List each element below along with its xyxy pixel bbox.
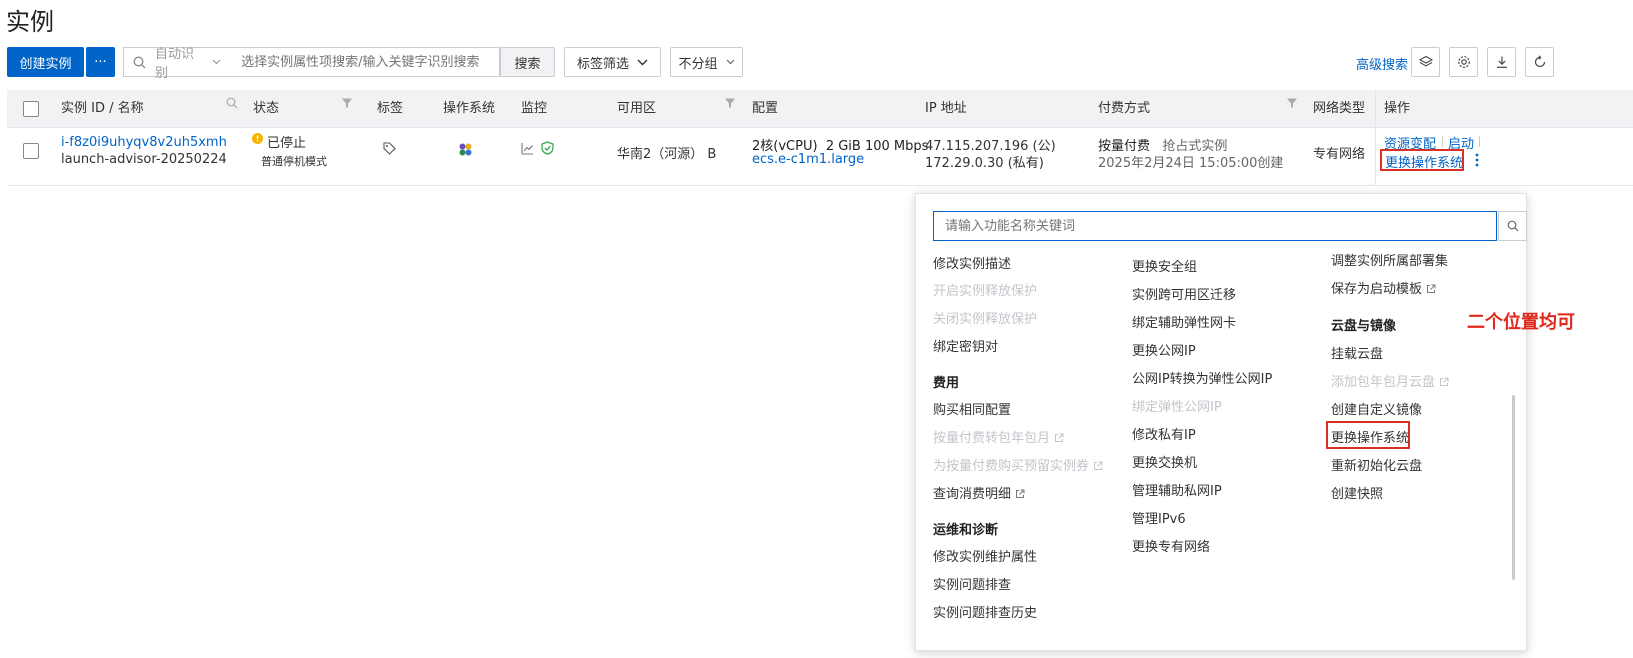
filter-icon[interactable]: [724, 97, 736, 113]
menu-item[interactable]: 实例问题排查历史: [933, 602, 1037, 621]
external-link-icon: [1016, 489, 1025, 498]
zone-text: 华南2（河源） B: [617, 147, 717, 162]
column-header-config: 配置: [752, 101, 779, 116]
menu-item[interactable]: 修改实例描述: [933, 253, 1011, 272]
dropdown-scrollbar[interactable]: [1512, 395, 1515, 580]
menu-item[interactable]: 绑定密钥对: [933, 336, 998, 355]
change-os-link[interactable]: 更换操作系统: [1385, 152, 1463, 171]
chevron-down-icon: [726, 59, 735, 65]
menu-item[interactable]: 调整实例所属部署集: [1331, 250, 1448, 269]
search-bar: 自动识别: [123, 47, 500, 81]
menu-item[interactable]: 绑定弹性公网IP: [1132, 396, 1222, 415]
create-instance-button[interactable]: 创建实例: [7, 47, 84, 77]
menu-item[interactable]: 创建快照: [1331, 483, 1383, 502]
column-header-tags: 标签: [377, 101, 404, 116]
group-select-label: 不分组: [678, 56, 718, 72]
gear-icon[interactable]: [1449, 47, 1478, 77]
menu-item[interactable]: 管理辅助私网IP: [1132, 480, 1222, 499]
column-header-network: 网络类型: [1313, 101, 1366, 116]
menu-section-ops: 运维和诊断: [933, 523, 999, 538]
stop-mode-text: 普通停机模式: [261, 155, 327, 168]
search-icon: [1507, 220, 1519, 232]
layers-icon[interactable]: [1411, 47, 1440, 77]
instance-id-link[interactable]: i-f8z0i9uhyqv8v2uh5xmh: [61, 135, 227, 150]
menu-item[interactable]: 创建自定义镜像: [1331, 399, 1422, 418]
menu-item[interactable]: 重新初始化云盘: [1331, 455, 1422, 474]
chevron-down-icon: [212, 59, 221, 65]
warning-icon: [252, 133, 263, 148]
menu-item[interactable]: 绑定辅助弹性网卡: [1132, 312, 1236, 331]
menu-item[interactable]: 更换专有网络: [1132, 536, 1210, 555]
row-checkbox[interactable]: [23, 143, 39, 159]
column-header-os: 操作系统: [443, 101, 496, 116]
menu-item[interactable]: 实例跨可用区迁移: [1132, 284, 1236, 303]
search-icon: [133, 56, 146, 69]
menu-item[interactable]: 更换公网IP: [1132, 340, 1196, 359]
function-search-button[interactable]: [1498, 211, 1527, 241]
search-scope-select[interactable]: 自动识别: [155, 43, 206, 81]
tag-icon[interactable]: [383, 142, 396, 159]
advanced-search-link[interactable]: 高级搜索: [1356, 54, 1408, 73]
column-header-monitor: 监控: [521, 101, 548, 116]
group-select[interactable]: 不分组: [670, 47, 743, 77]
menu-item[interactable]: 更换交换机: [1132, 452, 1197, 471]
menu-item[interactable]: 更换安全组: [1132, 256, 1197, 275]
external-link-icon: [1427, 284, 1436, 293]
column-header-billing: 付费方式: [1098, 101, 1151, 116]
function-search-input[interactable]: [933, 211, 1497, 241]
menu-item[interactable]: 管理IPv6: [1132, 508, 1186, 527]
annotation-text: 二个位置均可: [1467, 312, 1575, 333]
menu-item[interactable]: 实例问题排查: [933, 574, 1011, 593]
action-divider: [1442, 136, 1443, 147]
chart-icon[interactable]: [521, 142, 534, 159]
column-header-status: 状态: [253, 101, 280, 116]
menu-item[interactable]: 挂载云盘: [1331, 343, 1383, 362]
menu-item[interactable]: 添加包年包月云盘: [1331, 371, 1449, 390]
menu-section-fee: 费用: [933, 376, 960, 391]
status-text: 已停止: [267, 136, 307, 151]
filter-icon[interactable]: [341, 97, 353, 113]
more-vertical-icon[interactable]: [1475, 153, 1479, 171]
menu-item-change-os[interactable]: 更换操作系统: [1331, 427, 1409, 446]
column-header-id: 实例 ID / 名称: [61, 101, 144, 116]
tag-filter-button[interactable]: 标签筛选: [564, 47, 661, 77]
menu-item[interactable]: 开启实例释放保护: [933, 280, 1037, 299]
page-title: 实例: [6, 8, 54, 36]
column-header-zone: 可用区: [617, 101, 657, 116]
external-link-icon: [1094, 461, 1103, 470]
search-button[interactable]: 搜索: [500, 47, 555, 77]
chevron-down-icon: [637, 59, 648, 66]
shield-check-icon[interactable]: [541, 141, 554, 159]
menu-item[interactable]: 公网IP转换为弹性公网IP: [1132, 368, 1272, 387]
more-actions-button[interactable]: ···: [86, 47, 115, 77]
action-divider: [1479, 136, 1480, 147]
refresh-icon[interactable]: [1525, 47, 1554, 77]
created-time: 2025年2月24日 15:05:00创建: [1098, 156, 1284, 171]
menu-item[interactable]: 购买相同配置: [933, 399, 1011, 418]
instance-name: launch-advisor-20250224: [61, 152, 227, 167]
filter-icon[interactable]: [1286, 97, 1298, 113]
instance-type-link[interactable]: ecs.e-c1m1.large: [752, 152, 864, 167]
select-all-checkbox[interactable]: [23, 101, 39, 117]
search-icon[interactable]: [226, 97, 238, 113]
column-header-ip: IP 地址: [925, 101, 967, 116]
search-input[interactable]: [239, 53, 499, 71]
menu-item[interactable]: 查询消费明细: [933, 483, 1025, 502]
external-link-icon: [1055, 433, 1064, 442]
tag-filter-label: 标签筛选: [576, 56, 629, 72]
download-icon[interactable]: [1487, 47, 1516, 77]
network-type: 专有网络: [1313, 147, 1366, 162]
os-icon: [458, 142, 473, 161]
private-ip: 172.29.0.30 (私有): [925, 156, 1044, 171]
menu-section-disk: 云盘与镜像: [1331, 319, 1397, 334]
menu-item[interactable]: 关闭实例释放保护: [933, 308, 1037, 327]
menu-item[interactable]: 修改私有IP: [1132, 424, 1196, 443]
menu-item[interactable]: 按量付费转包年包月: [933, 427, 1064, 446]
external-link-icon: [1440, 377, 1449, 386]
menu-item[interactable]: 保存为启动模板: [1331, 278, 1436, 297]
menu-item[interactable]: 为按量付费购买预留实例券: [933, 455, 1103, 474]
menu-item[interactable]: 修改实例维护属性: [933, 546, 1037, 565]
column-header-actions: 操作: [1384, 101, 1411, 116]
